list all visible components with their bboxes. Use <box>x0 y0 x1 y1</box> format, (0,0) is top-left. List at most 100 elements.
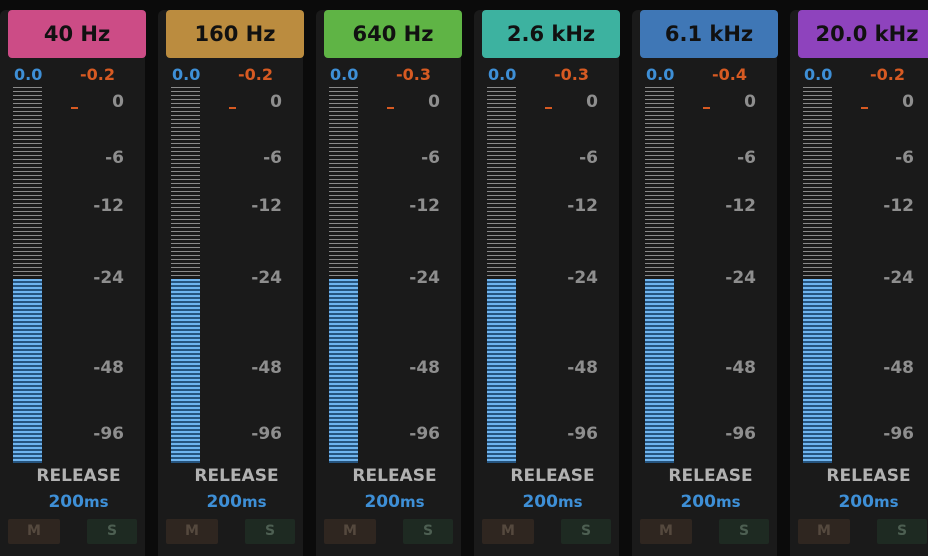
release-time-value[interactable]: 200ms <box>474 492 631 512</box>
meter-scale-label: -12 <box>93 196 124 216</box>
meter-scale-label: -24 <box>567 268 598 288</box>
gain-reduction-marker <box>545 107 552 109</box>
release-unit: ms <box>83 493 109 511</box>
gain-reduction-marker <box>229 107 236 109</box>
meter-scale-label: -6 <box>263 148 282 168</box>
release-unit: ms <box>873 493 899 511</box>
solo-button[interactable]: S <box>245 519 295 544</box>
band-strip: 2.6 kHz 0.0 -0.3 0 -6 -12 -24 -48 -96 RELEASE 200m… <box>474 10 620 556</box>
meter-scale-label: 0 <box>586 92 598 112</box>
mute-button[interactable]: M <box>482 519 534 544</box>
release-unit: ms <box>241 493 267 511</box>
meter-scale-label: -12 <box>409 196 440 216</box>
release-label: RELEASE <box>194 466 279 486</box>
band-frequency-label[interactable]: 6.1 kHz <box>640 10 778 58</box>
meter-scale-label: -6 <box>895 148 914 168</box>
meter-scale-label: 0 <box>902 92 914 112</box>
release-label: RELEASE <box>352 466 437 486</box>
band-frequency-label[interactable]: 160 Hz <box>166 10 304 58</box>
band-strip: 640 Hz 0.0 -0.3 0 -6 -12 -24 -48 -96 RELEASE 200ms… <box>316 10 462 556</box>
release-number: 200 <box>522 492 558 512</box>
multiband-compressor-panel: 40 Hz 0.0 -0.2 0 -6 -12 -24 -48 -96 RELEASE 200ms M… <box>0 0 928 556</box>
release-label: RELEASE <box>668 466 753 486</box>
mute-button[interactable]: M <box>166 519 218 544</box>
band-frequency-label[interactable]: 640 Hz <box>324 10 462 58</box>
gain-value[interactable]: 0.0 <box>488 65 516 84</box>
level-meter[interactable] <box>645 87 674 463</box>
meter-scale-label: -48 <box>409 358 440 378</box>
release-number: 200 <box>680 492 716 512</box>
band-frequency-label[interactable]: 20.0 kHz <box>798 10 928 58</box>
band-frequency-label[interactable]: 40 Hz <box>8 10 146 58</box>
meter-scale-label: -96 <box>883 424 914 444</box>
meter-scale-label: 0 <box>112 92 124 112</box>
meter-scale-label: -48 <box>567 358 598 378</box>
solo-button[interactable]: S <box>877 519 927 544</box>
gain-reduction-value: -0.3 <box>554 65 589 84</box>
gain-reduction-marker <box>387 107 394 109</box>
gain-value[interactable]: 0.0 <box>646 65 674 84</box>
meter-scale-label: 0 <box>744 92 756 112</box>
release-time-value[interactable]: 200ms <box>0 492 157 512</box>
gain-value[interactable]: 0.0 <box>330 65 358 84</box>
solo-button[interactable]: S <box>403 519 453 544</box>
gain-reduction-marker <box>703 107 710 109</box>
release-number: 200 <box>364 492 400 512</box>
meter-scale-label: -12 <box>883 196 914 216</box>
meter-scale-label: -96 <box>93 424 124 444</box>
release-label: RELEASE <box>826 466 911 486</box>
level-meter[interactable] <box>329 87 358 463</box>
meter-scale-label: -6 <box>421 148 440 168</box>
release-label: RELEASE <box>510 466 595 486</box>
meter-scale-label: -6 <box>737 148 756 168</box>
release-time-value[interactable]: 200ms <box>790 492 928 512</box>
gain-reduction-marker <box>861 107 868 109</box>
release-label: RELEASE <box>36 466 121 486</box>
band-frequency-label[interactable]: 2.6 kHz <box>482 10 620 58</box>
gain-reduction-value: -0.2 <box>80 65 115 84</box>
release-time-value[interactable]: 200ms <box>316 492 473 512</box>
mute-button[interactable]: M <box>8 519 60 544</box>
meter-scale-label: -12 <box>251 196 282 216</box>
mute-button[interactable]: M <box>640 519 692 544</box>
mute-button[interactable]: M <box>324 519 376 544</box>
meter-scale-label: -6 <box>579 148 598 168</box>
solo-button[interactable]: S <box>87 519 137 544</box>
band-strip: 20.0 kHz 0.0 -0.2 0 -6 -12 -24 -48 -96 RELEASE 200… <box>790 10 928 556</box>
mute-button[interactable]: M <box>798 519 850 544</box>
meter-scale-label: 0 <box>428 92 440 112</box>
meter-scale-label: -96 <box>251 424 282 444</box>
gain-value[interactable]: 0.0 <box>172 65 200 84</box>
release-number: 200 <box>48 492 84 512</box>
gain-reduction-value: -0.4 <box>712 65 747 84</box>
meter-active-fill <box>487 279 516 463</box>
solo-button[interactable]: S <box>561 519 611 544</box>
meter-active-fill <box>645 279 674 463</box>
meter-scale-label: -12 <box>567 196 598 216</box>
band-strip: 40 Hz 0.0 -0.2 0 -6 -12 -24 -48 -96 RELEASE 200ms M… <box>0 10 146 556</box>
solo-button[interactable]: S <box>719 519 769 544</box>
level-meter[interactable] <box>171 87 200 463</box>
release-unit: ms <box>557 493 583 511</box>
gain-reduction-value: -0.3 <box>396 65 431 84</box>
meter-active-fill <box>803 279 832 463</box>
level-meter[interactable] <box>487 87 516 463</box>
gain-value[interactable]: 0.0 <box>14 65 42 84</box>
level-meter[interactable] <box>13 87 42 463</box>
release-number: 200 <box>206 492 242 512</box>
meter-scale-label: -48 <box>93 358 124 378</box>
meter-scale-label: -96 <box>567 424 598 444</box>
release-time-value[interactable]: 200ms <box>632 492 789 512</box>
gain-reduction-value: -0.2 <box>870 65 905 84</box>
release-unit: ms <box>399 493 425 511</box>
meter-scale-label: -24 <box>883 268 914 288</box>
meter-scale-label: -48 <box>251 358 282 378</box>
meter-scale-label: -12 <box>725 196 756 216</box>
level-meter[interactable] <box>803 87 832 463</box>
release-time-value[interactable]: 200ms <box>158 492 315 512</box>
release-unit: ms <box>715 493 741 511</box>
meter-scale-label: 0 <box>270 92 282 112</box>
meter-scale-label: -96 <box>725 424 756 444</box>
meter-scale-label: -24 <box>725 268 756 288</box>
gain-value[interactable]: 0.0 <box>804 65 832 84</box>
